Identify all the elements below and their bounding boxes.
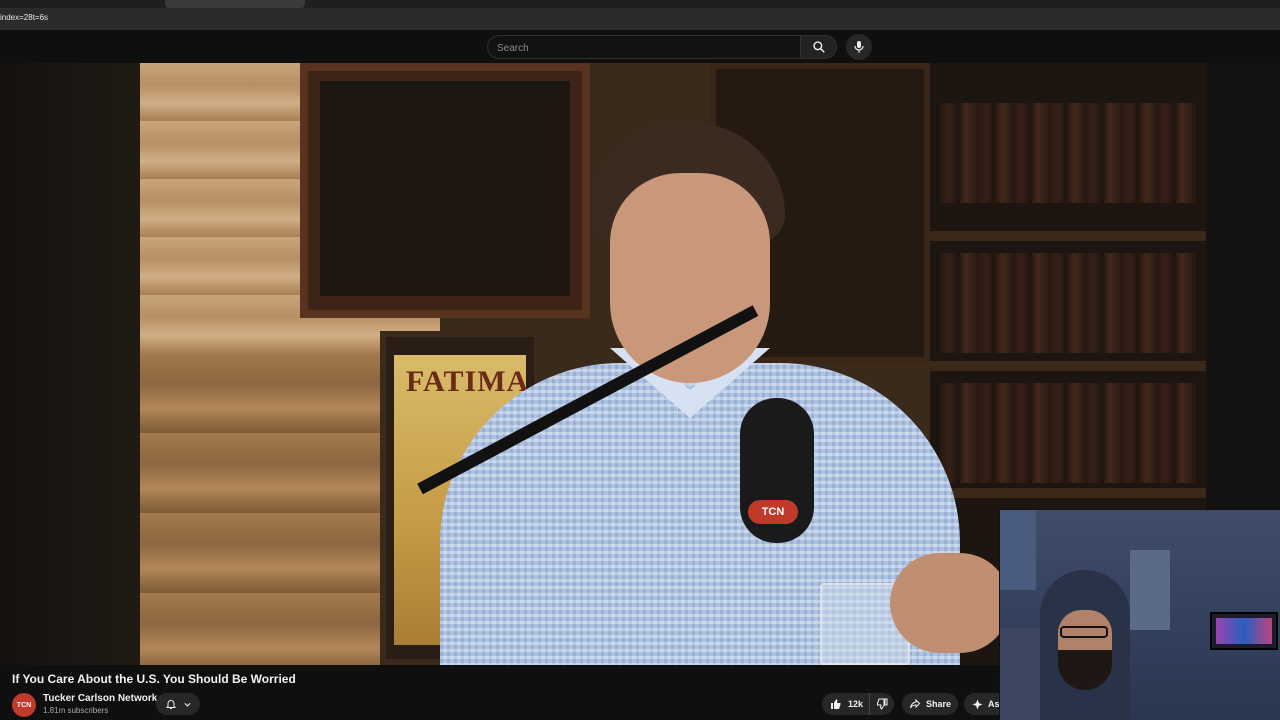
streamer-glasses [1060,626,1108,638]
tv-screen [1216,618,1272,644]
search-icon [812,41,825,53]
channel-name[interactable]: Tucker Carlson Network [43,693,157,704]
webcam-door [1130,550,1170,630]
share-arrow-icon [909,698,921,709]
books-row [940,383,1196,483]
channel-avatar[interactable]: TCN [12,693,36,717]
chevron-down-icon [183,702,191,707]
like-button[interactable]: 12k [822,693,870,715]
webcam-tv [1210,612,1278,650]
wood-wall-lower [140,353,400,665]
books-row [940,103,1196,203]
share-label: Share [925,699,951,709]
search-box [487,35,801,59]
share-button[interactable]: Share [902,693,958,715]
browser-tab[interactable] [165,0,305,8]
browser-tab-strip [0,0,1280,8]
address-bar-text[interactable]: index=28t=6s [0,13,48,22]
browser-top-bar: index=28t=6s [0,0,1280,30]
shelf-board [930,231,1206,241]
webcam-overlay [999,509,1280,720]
sparkle-icon [972,698,983,710]
books-row [940,253,1196,353]
like-count: 12k [848,699,864,709]
ambient-left [0,63,140,665]
speaker: TCN [410,123,1010,665]
subscriber-count: 1.81m subscribers [43,706,109,715]
microphone-icon [854,41,864,53]
search-button[interactable] [801,35,837,59]
webcam-cabinet [1000,510,1036,590]
speaker-hand [890,553,1010,653]
shelf-board [930,361,1206,371]
thumbs-up-icon [831,699,841,709]
dislike-button[interactable] [870,693,894,715]
shelf-board [930,488,1206,498]
voice-search-button[interactable] [846,34,872,60]
like-dislike-group: 12k [822,693,894,715]
video-title: If You Care About the U.S. You Should Be… [12,672,296,686]
bell-icon [165,700,176,709]
search-input[interactable] [497,41,787,55]
studio-microphone: TCN [740,398,814,543]
mic-logo: TCN [748,500,798,524]
notification-button[interactable] [156,693,200,715]
youtube-header [0,30,1280,63]
thumbs-down-icon [877,698,888,710]
